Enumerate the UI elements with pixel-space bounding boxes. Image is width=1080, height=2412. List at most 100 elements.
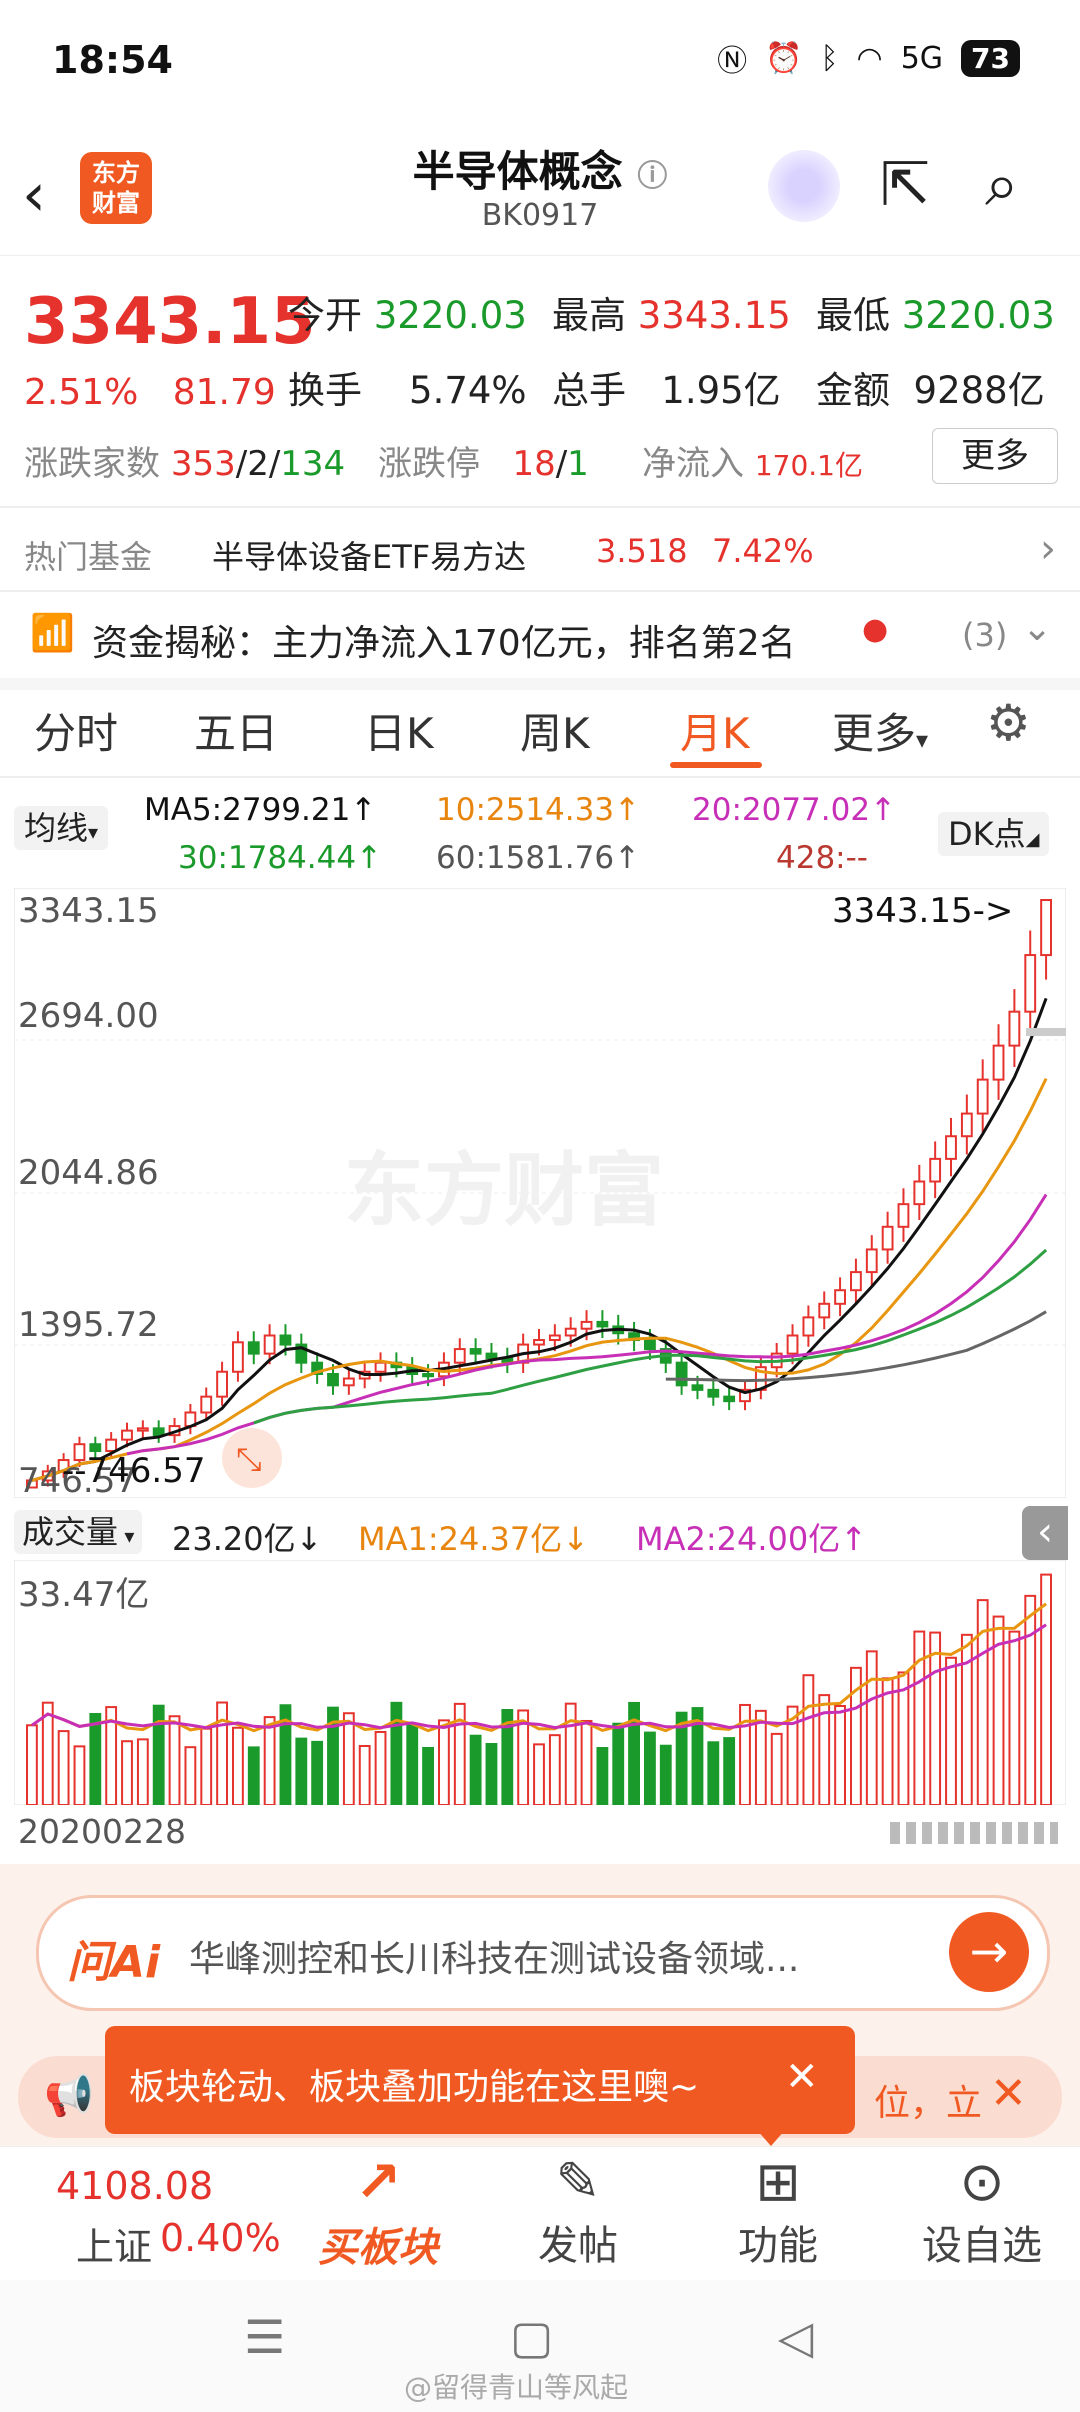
vol-ma2-label: MA2:24.00亿↑ bbox=[636, 1520, 868, 1558]
candle bbox=[945, 1135, 957, 1160]
volume-bar bbox=[469, 1734, 482, 1805]
menu-icon[interactable]: ☰ bbox=[244, 2310, 285, 2364]
nfc-icon: Ⓝ bbox=[717, 44, 748, 79]
volume-bar bbox=[295, 1737, 308, 1805]
tab-weekly[interactable]: 周K bbox=[520, 700, 590, 761]
settings-icon[interactable]: ⚙ bbox=[986, 694, 1031, 752]
candlestick-chart[interactable]: 东方财富 3343.15 2694.00 2044.86 1395.72 746… bbox=[14, 888, 1066, 1498]
candle bbox=[865, 1248, 878, 1274]
info-icon[interactable]: ⓘ bbox=[637, 159, 667, 194]
arrow-right-icon[interactable]: → bbox=[949, 1912, 1029, 1992]
network-icon: 5G bbox=[900, 40, 944, 76]
volume-bar bbox=[422, 1746, 434, 1805]
volume-bar bbox=[311, 1740, 324, 1805]
candle bbox=[960, 1112, 973, 1138]
candle bbox=[374, 1361, 387, 1373]
netflow-stat: 净流入 170.1亿 bbox=[642, 444, 863, 484]
candle bbox=[596, 1320, 609, 1328]
bluetooth-icon: ᛒ bbox=[820, 40, 839, 76]
nav-post[interactable]: ✎ 发帖 bbox=[518, 2150, 638, 2271]
candle bbox=[691, 1384, 704, 1391]
volume-bar bbox=[200, 1727, 213, 1805]
close-icon[interactable]: ✕ bbox=[990, 2068, 1027, 2119]
open-stat: 今开 3220.03 bbox=[288, 294, 527, 337]
home-icon[interactable]: ▢ bbox=[510, 2310, 553, 2364]
volume-bar bbox=[184, 1746, 197, 1805]
chart-scrollbar[interactable] bbox=[890, 1822, 1058, 1844]
volume-bar bbox=[136, 1738, 149, 1805]
volume-bar bbox=[580, 1719, 593, 1805]
collapse-panel-button[interactable]: ‹ bbox=[1022, 1506, 1068, 1560]
nav-add-watchlist[interactable]: ⊙ 设自选 bbox=[912, 2150, 1052, 2271]
ma20-label: 20:2077.02↑ bbox=[692, 792, 897, 828]
buy-sector-icon: ↗ bbox=[354, 2150, 402, 2215]
candle bbox=[913, 1180, 926, 1206]
tab-intraday[interactable]: 分时 bbox=[34, 700, 118, 761]
volume-bar bbox=[533, 1743, 545, 1805]
volume-bar bbox=[216, 1701, 228, 1805]
nav-functions[interactable]: ⊞ 功能 bbox=[718, 2150, 838, 2271]
volume-bar bbox=[548, 1734, 561, 1805]
volume-bar bbox=[232, 1726, 244, 1805]
turnover-stat: 换手 5.74% bbox=[288, 369, 527, 412]
tab-5day[interactable]: 五日 bbox=[194, 700, 278, 761]
volume-bar bbox=[929, 1631, 942, 1805]
candle bbox=[897, 1203, 910, 1228]
volume-bar bbox=[121, 1740, 133, 1805]
tip-close-icon[interactable]: ✕ bbox=[785, 2054, 819, 2100]
chart-start-date: 20200228 bbox=[18, 1812, 186, 1851]
volume-bar bbox=[1040, 1573, 1052, 1805]
hot-fund-row[interactable]: 热门基金 半导体设备ETF易方达 3.518 7.42% › bbox=[0, 512, 1080, 590]
volume-chart[interactable]: 33.47亿 bbox=[14, 1560, 1066, 1805]
volume-bar bbox=[564, 1702, 577, 1805]
tab-daily[interactable]: 日K bbox=[364, 700, 434, 761]
volume-bar bbox=[26, 1724, 38, 1805]
candle bbox=[89, 1443, 102, 1452]
back-nav-icon[interactable]: ◁ bbox=[778, 2310, 813, 2364]
tab-monthly[interactable]: 月K bbox=[680, 700, 750, 761]
feature-tip[interactable]: 板块轮动、板块叠加功能在这里噢~ ✕ bbox=[105, 2026, 855, 2146]
share-icon[interactable]: ⇱ bbox=[880, 150, 930, 220]
candle bbox=[105, 1438, 118, 1452]
candle bbox=[818, 1302, 831, 1319]
volume-bar bbox=[374, 1730, 387, 1805]
volume-bar bbox=[865, 1650, 878, 1805]
index-name[interactable]: 上证 bbox=[76, 2216, 152, 2271]
index-pct[interactable]: 0.40% bbox=[160, 2216, 281, 2260]
svg-text:⤡: ⤡ bbox=[236, 1440, 262, 1478]
candle bbox=[548, 1334, 561, 1342]
ma-selector[interactable]: 均线▾ bbox=[14, 806, 109, 850]
ai-ask-bar[interactable]: 问Ai 华峰测控和长川科技在测试设备领域... → bbox=[36, 1895, 1050, 2011]
volume-bar bbox=[89, 1713, 102, 1805]
volume-bar bbox=[358, 1744, 371, 1805]
volume-bar bbox=[754, 1709, 767, 1805]
candle bbox=[881, 1225, 894, 1251]
y-tick-2: 2694.00 bbox=[18, 996, 159, 1036]
candle bbox=[1024, 954, 1037, 1013]
limit-stat: 涨跌停 18/1 bbox=[378, 444, 589, 484]
volume-stat: 总手 1.95亿 bbox=[552, 369, 781, 412]
candle bbox=[216, 1370, 228, 1398]
volume-bar bbox=[73, 1745, 86, 1805]
candle bbox=[707, 1388, 720, 1398]
footer-watermark: @留得青山等风起 bbox=[404, 2371, 629, 2404]
dk-point-button[interactable]: DK点◢ bbox=[938, 812, 1050, 856]
candle bbox=[929, 1157, 942, 1183]
candle bbox=[723, 1395, 736, 1403]
candle bbox=[200, 1395, 213, 1414]
robot-assistant-icon[interactable] bbox=[768, 150, 840, 222]
capital-row[interactable]: 📶 资金揭秘：主力净流入170亿元，排名第2名 ● (3) ⌄ bbox=[0, 592, 1080, 678]
volume-selector[interactable]: 成交量 ▾ bbox=[14, 1510, 143, 1554]
index-value[interactable]: 4108.08 bbox=[56, 2164, 213, 2208]
bar-chart-icon: 📶 bbox=[30, 613, 75, 654]
ma5-label: MA5:2799.21↑ bbox=[144, 792, 377, 828]
candle bbox=[121, 1429, 133, 1441]
low-stat: 最低 3220.03 bbox=[816, 294, 1055, 337]
tab-more[interactable]: 更多▾ bbox=[832, 700, 928, 761]
more-stats-button[interactable]: 更多 bbox=[932, 428, 1058, 484]
search-icon[interactable]: ⌕ bbox=[985, 150, 1019, 220]
nav-buy-sector[interactable]: ↗ 买板块 bbox=[318, 2150, 438, 2273]
volume-bar bbox=[707, 1741, 720, 1805]
chevron-down-icon: ⌄ bbox=[1022, 608, 1053, 649]
volume-bar bbox=[723, 1737, 736, 1805]
